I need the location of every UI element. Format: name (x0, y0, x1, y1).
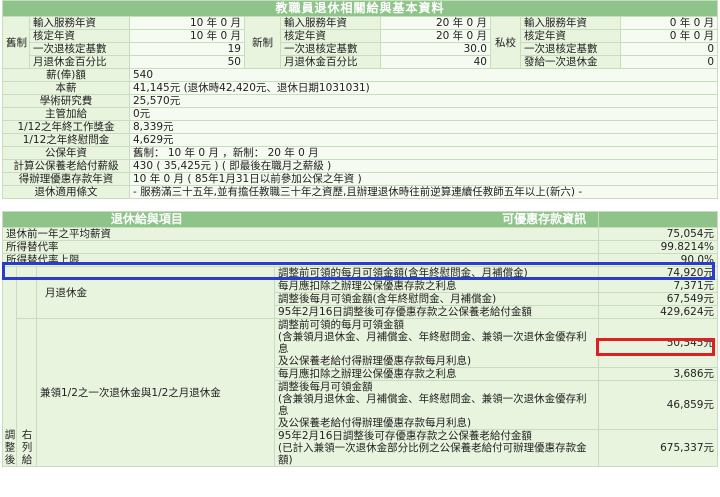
info-value: 10 年 0 月 ( 85年1月31日以前參加公保之年資 ) (128, 172, 719, 186)
replacement-rate-label: 所得替代率 (2, 240, 599, 254)
half-row-value: 46,859元 (598, 380, 718, 430)
half-row-value: 3,686元 (598, 367, 718, 381)
right-header: 可優惠存款資訊 (502, 212, 587, 227)
avg-salary-label: 退休前一年之平均薪資 (2, 227, 599, 241)
old-value: 10 年 0 月 (129, 16, 245, 30)
info-label: 學術研究費 (2, 94, 130, 108)
avg-salary-value: 75,054元 (598, 227, 718, 241)
old-value: 10 年 0 月 (129, 29, 245, 43)
highlight-avg-salary (2, 262, 715, 280)
old-system-label: 舊制 (2, 16, 30, 69)
monthly-row-value: 7,371元 (598, 279, 718, 293)
half-row-value: 675,337元 (598, 429, 718, 467)
old-label: 月退休金百分比 (29, 55, 130, 69)
new-value: 40 (380, 55, 491, 69)
new-label: 核定年資 (280, 29, 381, 43)
info-label: 本薪 (2, 81, 130, 95)
info-label: 薪(俸)額 (2, 68, 130, 82)
new-system-label: 新制 (244, 16, 281, 69)
new-value: 20 年 0 月 (380, 16, 491, 30)
half-row-label: 每月應扣除之辦理公保優惠存款之利息 (274, 367, 599, 381)
private-label: 核定年資 (520, 29, 621, 43)
half-row-label: 調整前可領的每月可領金額 (含兼領月退休金、月補償金、年終慰問金、兼領一次退休金… (274, 318, 599, 368)
info-value: 430 ( 35,425元 ) ( 即最後在職月之薪級 ) (128, 159, 719, 173)
old-label: 一次退核定基數 (29, 42, 130, 56)
info-label: 公保年資 (2, 146, 130, 160)
monthly-adjusted-value: 67,549元 (598, 292, 718, 306)
half-row-label: 調整後每月可領金額 (含兼領月退休金、月補償金、年終慰問金、兼領一次退休金優存利… (274, 380, 599, 430)
info-value: 舊制： 10 年 0 月 ，新制： 20 年 0 月 (128, 146, 719, 160)
info-label: 主管加給 (2, 107, 130, 121)
info-label: 1/12之年終工作獎金 (2, 120, 130, 134)
info-label: 計算公保養老給付薪級 (2, 159, 130, 173)
replacement-rate-value: 99.8214% (598, 240, 718, 254)
new-label: 月退休金百分比 (280, 55, 381, 69)
old-label: 核定年資 (29, 29, 130, 43)
info-label: 得辦理優惠存款年資 (2, 172, 130, 186)
monthly-row-value: 429,624元 (598, 305, 718, 319)
private-value: 0 年 0 月 (619, 16, 719, 30)
new-value: 20 年 0 月 (380, 29, 491, 43)
new-label: 一次退核定基數 (280, 42, 381, 56)
info-value: - 服務滿三十五年,並有擔任教職三十年之資歷,且辦理退休時往前逆算連續任教師五年… (128, 185, 719, 199)
monthly-row-label: 每月應扣除之辦理公保優惠存款之利息 (274, 279, 599, 293)
old-value: 19 (129, 42, 245, 56)
info-value: 25,570元 (128, 94, 719, 108)
half-row-label: 95年2月16日調整後可存優惠存款之公保養老給付金額 (已計入兼領一次退休金部分… (274, 429, 599, 467)
private-label: 發給一次退休金 (520, 55, 621, 69)
info-label: 1/12之年終慰問金 (2, 133, 130, 147)
monthly-row-label: 95年2月16日調整後可存優惠存款之公保養老給付金額 (274, 305, 599, 319)
info-value: 41,145元 (退休時42,420元、退休日期1031031) (128, 81, 719, 95)
private-label: 一次退核定基數 (520, 42, 621, 56)
info-value: 0元 (128, 107, 719, 121)
new-label: 輸入服務年資 (280, 16, 381, 30)
left-header: 退休給與項目 (110, 212, 183, 227)
info-value: 540 (128, 68, 719, 82)
side-label-right: 右列給 (20, 428, 33, 466)
private-label: 輸入服務年資 (520, 16, 621, 30)
info-label: 退休適用條文 (2, 185, 130, 199)
highlight-adjusted-monthly (596, 338, 715, 356)
section-title: 教職員退休相關給與基本資料 (1, 0, 719, 17)
half-pension-label: 兼領1/2之一次退休金與1/2之月退休金 (36, 318, 275, 467)
private-school-label: 私校 (490, 16, 521, 69)
side-label-adjusted: 調整後 (3, 428, 16, 466)
private-value: 0 (619, 55, 719, 69)
retirement-info: 教職員退休相關給與基本資料 舊制 輸入服務年資 10 年 0 月 新制 輸入服務… (1, 0, 719, 467)
private-value: 0 年 0 月 (619, 29, 719, 43)
new-value: 30.0 (380, 42, 491, 56)
old-label: 輸入服務年資 (29, 16, 130, 30)
basic-info-table: 教職員退休相關給與基本資料 舊制 輸入服務年資 10 年 0 月 新制 輸入服務… (1, 0, 719, 199)
monthly-row-label: 調整後每月可領金額(含年終慰問金、月補償金) (274, 292, 599, 306)
info-value: 8,339元 (128, 120, 719, 134)
info-value: 4,629元 (128, 133, 719, 147)
private-value: 0 (619, 42, 719, 56)
old-value: 50 (129, 55, 245, 69)
